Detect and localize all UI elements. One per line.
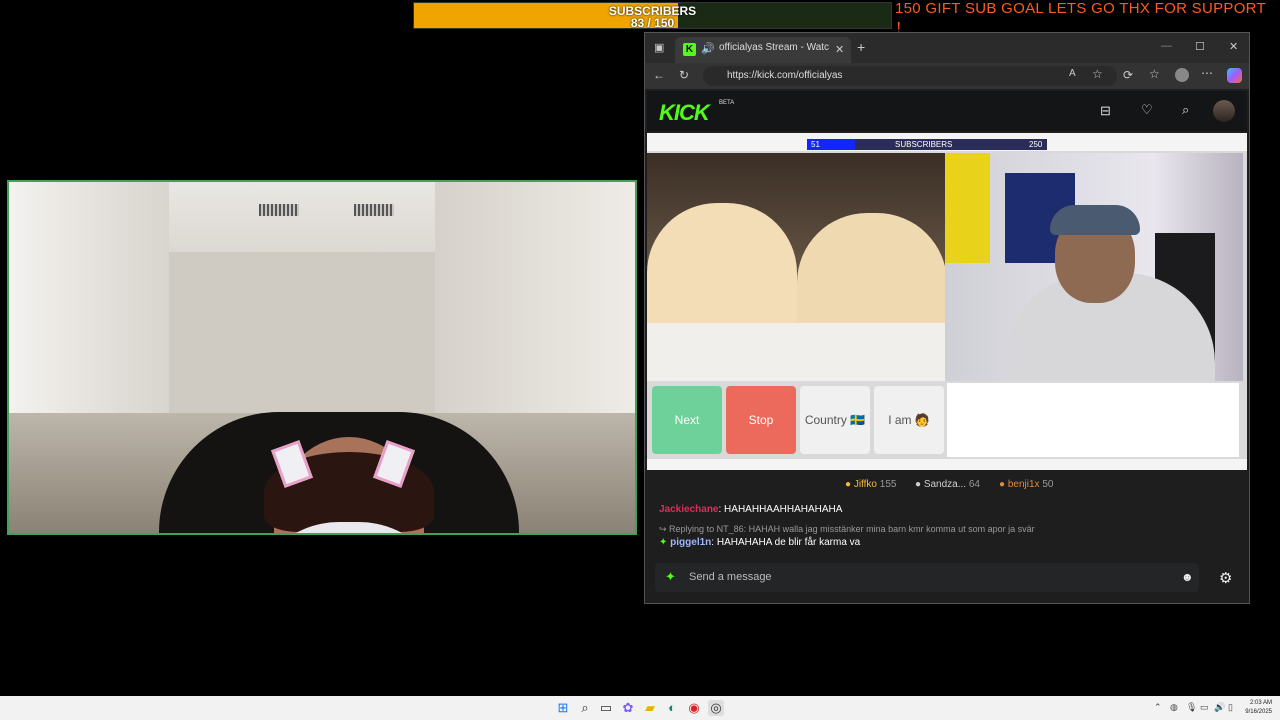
omegle-video-stranger <box>647 153 945 381</box>
gifter-count: 64 <box>968 479 980 490</box>
chat-settings-gear-icon[interactable]: ⚙ <box>1219 569 1232 587</box>
gifter-2[interactable]: ● Sandza... 64 <box>915 479 980 490</box>
next-button: Next <box>652 386 722 454</box>
minimize-button[interactable]: — <box>1161 40 1172 52</box>
inner-taskbar <box>647 459 1247 470</box>
chat-placeholder: Send a message <box>689 571 772 583</box>
windows-start-icon[interactable]: ⊞ <box>555 700 571 716</box>
battery-icon[interactable]: ▯ <box>1228 702 1233 713</box>
heart-icon[interactable]: ♡ <box>1141 102 1153 118</box>
stop-button: Stop <box>726 386 796 454</box>
omegle-chat-box <box>947 383 1239 457</box>
ceiling-vent <box>354 204 394 216</box>
kick-favicon-icon: K <box>683 43 696 56</box>
gifter-count: 50 <box>1042 479 1054 490</box>
i-am-button: I am 🧑 <box>874 386 944 454</box>
favorites-icon[interactable]: ☆ <box>1149 67 1160 81</box>
chat-text: HAHAHHAAHHAHAHAHA <box>721 504 843 515</box>
tab-actions-icon[interactable]: ▣ <box>654 41 664 54</box>
windows-taskbar: ⊞ ⌕ ▭ ✿ ▰ ◐ ◉ ◎ ⌃ ◍ 🎙 ▭ 🔊 ▯ 2:03 AM 9/16… <box>0 696 1280 720</box>
subscriber-goal-count: 83 / 150 <box>630 16 675 30</box>
sparkle-icon: ✦ <box>665 569 676 584</box>
tab-title: officialyas Stream - Watch Li <box>719 42 829 53</box>
search-icon[interactable]: ⌕ <box>577 700 593 716</box>
tray-overflow-icon[interactable]: ⌃ <box>1154 702 1162 713</box>
coin-icon: ● <box>845 479 852 490</box>
gifter-name: Jiffko <box>853 479 877 490</box>
inner-sub-label: SUBSCRIBERS <box>895 140 953 149</box>
gifter-name: benji1x <box>1007 479 1040 490</box>
chat-message: Jackiechane: HAHAHHAAHHAHAHAHA <box>659 504 842 515</box>
system-clock[interactable]: 2:03 AM 9/16/2025 <box>1245 699 1272 717</box>
inbox-icon[interactable]: ⊟ <box>1100 103 1111 119</box>
gifter-3[interactable]: ● benji1x 50 <box>999 479 1053 490</box>
chat-text: HAHAHAHA de blir får karma va <box>714 537 861 548</box>
steam-icon[interactable]: ◎ <box>708 700 724 716</box>
man-cap <box>1050 205 1140 235</box>
tab-kick-stream[interactable]: K 🔊 officialyas Stream - Watch Li ✕ <box>675 37 851 63</box>
tab-bar: ▣ K 🔊 officialyas Stream - Watch Li ✕ + … <box>645 33 1249 63</box>
clock-date: 9/16/2025 <box>1245 709 1272 715</box>
omegle-video-self <box>945 153 1243 381</box>
gifter-count: 155 <box>879 479 897 490</box>
user-avatar[interactable] <box>1213 100 1235 122</box>
new-tab-button[interactable]: + <box>857 39 865 55</box>
microphone-icon[interactable]: 🎙 <box>1186 702 1197 713</box>
volume-icon[interactable]: 🔊 <box>1214 702 1225 713</box>
close-window-button[interactable]: ✕ <box>1229 40 1238 53</box>
chat-reply-context: ↪ Replying to NT_86: HAHAH walla jag mis… <box>659 524 1035 535</box>
subscriber-goal-bar: SUBSCRIBERS 83 / 150 <box>413 2 892 29</box>
top-gifters: ● Jiffko 155 ● Sandza... 64 ● benji1x 50 <box>647 473 1247 497</box>
speaker-icon[interactable]: 🔊 <box>701 42 715 55</box>
emoji-icon[interactable]: ☻ <box>1181 570 1194 584</box>
obs-icon[interactable]: ◉ <box>686 700 702 716</box>
chat-input[interactable]: ✦ Send a message ☻ <box>655 563 1199 592</box>
read-aloud-icon[interactable]: A <box>1069 68 1076 79</box>
chat-username[interactable]: Jackiechane <box>659 504 719 515</box>
network-icon[interactable]: ▭ <box>1200 702 1209 713</box>
browser-window: ▣ K 🔊 officialyas Stream - Watch Li ✕ + … <box>644 32 1250 604</box>
inner-subscriber-bar: 51 SUBSCRIBERS 250 <box>807 139 1047 150</box>
address-input[interactable]: https://kick.com/officialyas <box>703 66 1117 86</box>
kick-beta-label: BETA <box>719 100 735 106</box>
copilot-icon[interactable] <box>1227 68 1242 83</box>
file-explorer-icon[interactable]: ▰ <box>642 700 658 716</box>
maximize-button[interactable]: ☐ <box>1195 40 1205 53</box>
inner-sub-goal: 250 <box>1029 140 1043 149</box>
kick-header: KICK BETA ⊟ ♡ ⌕ <box>647 91 1247 131</box>
ceiling-vent <box>259 204 299 216</box>
tray-app-icon[interactable]: ◍ <box>1170 702 1178 713</box>
menu-icon[interactable]: ⋯ <box>1201 66 1213 80</box>
clothing <box>647 323 945 381</box>
gifter-name: Sandza... <box>923 479 967 490</box>
tab-close-button[interactable]: ✕ <box>835 43 844 56</box>
jersey-yellow <box>945 153 990 263</box>
back-icon[interactable]: ← <box>653 68 665 82</box>
coin-icon: ● <box>999 479 1006 490</box>
favorite-star-icon[interactable]: ☆ <box>1092 67 1103 81</box>
gifter-1[interactable]: ● Jiffko 155 <box>845 479 896 490</box>
country-button: Country 🇸🇪 <box>800 386 870 454</box>
stream-player[interactable]: 51 SUBSCRIBERS 250 Next Stop Country 🇸🇪 … <box>647 133 1247 470</box>
extensions-icon[interactable]: ⟳ <box>1123 68 1133 82</box>
task-view-icon[interactable]: ▭ <box>598 700 614 716</box>
sparkle-badge-icon: ✦ <box>659 537 671 548</box>
chat-username[interactable]: piggel1n <box>670 537 711 548</box>
webcam-feed <box>7 180 637 535</box>
kick-logo[interactable]: KICK <box>659 100 710 126</box>
reply-icon: ↪ <box>659 524 670 534</box>
search-icon[interactable]: ⌕ <box>1182 102 1189 118</box>
subscriber-goal-text: SUBSCRIBERS 83 / 150 <box>414 3 891 30</box>
profile-avatar[interactable] <box>1175 68 1189 82</box>
chat-message: ✦ piggel1n: HAHAHAHA de blir får karma v… <box>659 537 860 548</box>
address-toolbar: ← ↻ https://kick.com/officialyas A ☆ ⟳ ☆… <box>645 63 1249 89</box>
copilot-icon[interactable]: ✿ <box>620 700 636 716</box>
refresh-icon[interactable]: ↻ <box>679 68 689 82</box>
inner-sub-current: 51 <box>811 140 820 149</box>
coin-icon: ● <box>915 479 922 490</box>
reply-text: Replying to NT_86: HAHAH walla jag misst… <box>669 524 1035 534</box>
clock-time: 2:03 AM <box>1249 700 1272 706</box>
edge-icon[interactable]: ◐ <box>664 700 680 716</box>
